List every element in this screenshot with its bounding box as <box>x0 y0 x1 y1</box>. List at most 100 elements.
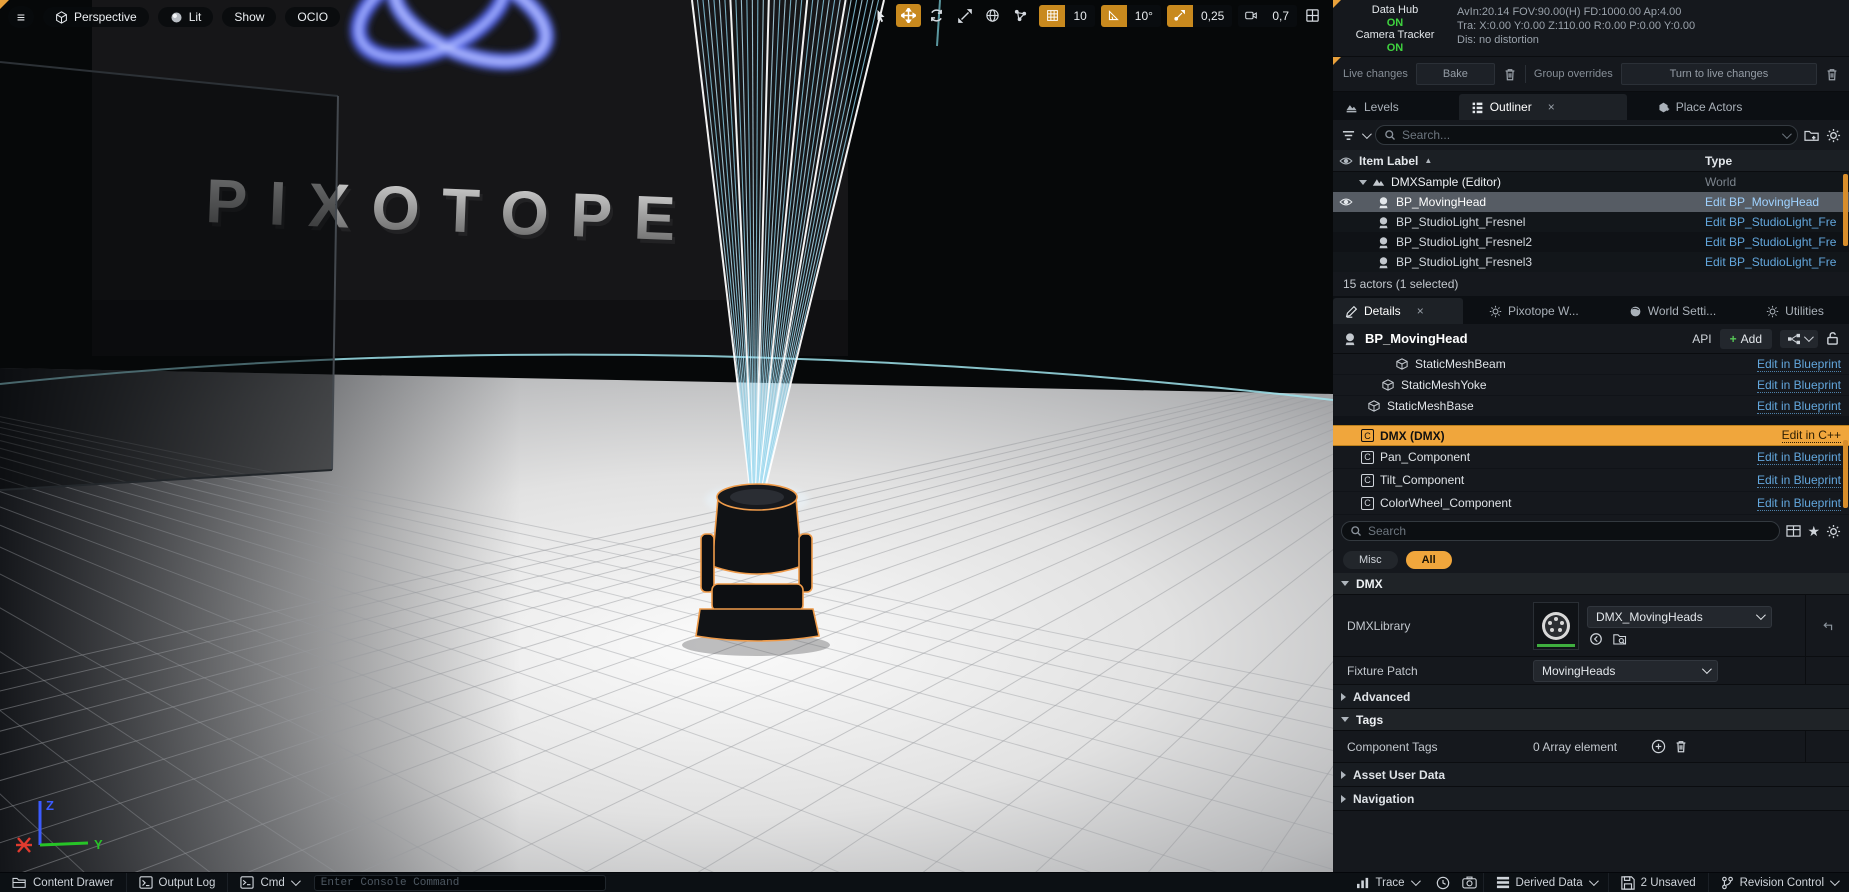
derived-data-button[interactable]: Derived Data <box>1484 873 1608 892</box>
component-label[interactable]: DMX (DMX) <box>1380 429 1445 443</box>
eye-icon[interactable] <box>1339 156 1353 166</box>
tab-utilities[interactable]: Utilities <box>1754 298 1836 324</box>
tab-details[interactable]: Details × <box>1333 298 1463 324</box>
edit-in-blueprint-link[interactable]: Edit in Blueprint <box>1757 450 1841 465</box>
display-settings-icon[interactable] <box>1786 524 1801 538</box>
edit-in-blueprint-link[interactable]: Edit in Blueprint <box>1757 378 1841 393</box>
tree-row-world[interactable]: DMXSample (Editor) World <box>1333 172 1849 192</box>
dmx-library-thumbnail[interactable] <box>1533 602 1579 650</box>
component-row[interactable]: StaticMeshBeam Edit in Blueprint <box>1333 354 1849 375</box>
view-mode-selector[interactable]: Lit <box>158 7 214 27</box>
tab-pixotope-workspace[interactable]: Pixotope W... <box>1477 298 1591 324</box>
gear-icon[interactable] <box>1826 524 1841 539</box>
surface-snap-icon[interactable] <box>1008 4 1033 27</box>
grid-snap-value[interactable]: 10 <box>1065 5 1094 27</box>
tree-row-actor[interactable]: BP_StudioLight_Fresnel3 Edit BP_StudioLi… <box>1333 252 1849 272</box>
component-row[interactable]: C Tilt_Component Edit in Blueprint <box>1333 469 1849 492</box>
column-item-label[interactable]: Item Label <box>1359 154 1418 168</box>
select-tool[interactable] <box>868 4 893 27</box>
component-label[interactable]: StaticMeshBeam <box>1415 357 1506 371</box>
edit-in-blueprint-link[interactable]: Edit in Blueprint <box>1757 473 1841 488</box>
add-element-icon[interactable] <box>1651 739 1666 754</box>
trash-icon[interactable] <box>1825 67 1839 82</box>
scale-snap-control[interactable]: 0,25 <box>1167 5 1232 27</box>
gear-icon[interactable] <box>1826 128 1841 143</box>
component-label[interactable]: StaticMeshYoke <box>1401 378 1487 392</box>
tree-row-actor[interactable]: BP_StudioLight_Fresnel Edit BP_StudioLig… <box>1333 212 1849 232</box>
grid-snap-control[interactable]: 10 <box>1039 5 1094 27</box>
turn-to-live-changes-button[interactable]: Turn to live changes <box>1621 63 1817 85</box>
actor-label[interactable]: BP_MovingHead <box>1396 195 1486 209</box>
visibility-eye-icon[interactable] <box>1339 197 1353 207</box>
scale-tool[interactable] <box>952 4 977 27</box>
blueprint-graph-button[interactable] <box>1780 330 1818 348</box>
trace-button[interactable]: Trace <box>1344 873 1430 892</box>
edit-in-blueprint-link[interactable]: Edit in Blueprint <box>1757 496 1841 511</box>
outliner-search-input[interactable] <box>1402 128 1776 142</box>
perspective-selector[interactable]: Perspective <box>43 7 149 27</box>
component-label[interactable]: Pan_Component <box>1380 450 1470 464</box>
unlock-icon[interactable] <box>1826 331 1839 346</box>
outliner-search-input-wrap[interactable] <box>1375 125 1798 145</box>
console-command-input[interactable] <box>321 877 599 889</box>
expand-arrow-icon[interactable] <box>1359 180 1367 185</box>
component-row[interactable]: StaticMeshYoke Edit in Blueprint <box>1333 375 1849 396</box>
world-row-label[interactable]: DMXSample (Editor) <box>1391 175 1501 189</box>
column-type[interactable]: Type <box>1705 154 1843 168</box>
browse-to-asset-icon[interactable] <box>1613 632 1628 646</box>
actor-label[interactable]: BP_StudioLight_Fresnel3 <box>1396 255 1532 269</box>
actor-label[interactable]: BP_StudioLight_Fresnel <box>1396 215 1525 229</box>
dmx-library-dropdown[interactable]: DMX_MovingHeads <box>1587 606 1772 628</box>
edit-in-blueprint-link[interactable]: Edit in Blueprint <box>1757 357 1841 372</box>
viewport-options-menu[interactable]: ≡ <box>8 6 34 28</box>
edit-blueprint-link[interactable]: Edit BP_MovingHead <box>1705 195 1819 209</box>
outliner-column-header[interactable]: Item Label ▲ Type <box>1333 150 1849 172</box>
camera-speed-control[interactable]: 0,7 <box>1238 5 1297 27</box>
rotate-tool[interactable] <box>924 4 949 27</box>
actor-label[interactable]: BP_StudioLight_Fresnel2 <box>1396 235 1532 249</box>
show-flags-menu[interactable]: Show <box>222 7 276 27</box>
filter-misc[interactable]: Misc <box>1343 551 1398 569</box>
tab-place-actors[interactable]: Place Actors <box>1645 94 1755 120</box>
camera-speed-value[interactable]: 0,7 <box>1264 5 1297 27</box>
tree-row-actor[interactable]: BP_StudioLight_Fresnel2 Edit BP_StudioLi… <box>1333 232 1849 252</box>
trash-icon[interactable] <box>1503 67 1517 82</box>
component-label[interactable]: ColorWheel_Component <box>1380 496 1511 510</box>
cmd-selector[interactable]: Cmd <box>228 873 309 892</box>
tab-outliner[interactable]: Outliner × <box>1459 94 1627 120</box>
details-search-input-wrap[interactable] <box>1341 521 1780 541</box>
chevron-down-icon[interactable] <box>1782 129 1792 139</box>
section-advanced[interactable]: Advanced <box>1333 685 1849 709</box>
edit-blueprint-link[interactable]: Edit BP_StudioLight_Fre <box>1705 255 1836 269</box>
tree-row-actor[interactable]: BP_MovingHead Edit BP_MovingHead <box>1333 192 1849 212</box>
console-command-wrap[interactable] <box>314 875 606 891</box>
section-asset-user-data[interactable]: Asset User Data <box>1333 763 1849 787</box>
rotation-snap-control[interactable]: 10° <box>1101 5 1161 27</box>
edit-in-cpp-link[interactable]: Edit in C++ <box>1782 428 1841 443</box>
component-row[interactable]: C Pan_Component Edit in Blueprint <box>1333 446 1849 469</box>
filter-icon[interactable] <box>1341 129 1356 142</box>
trash-icon[interactable] <box>1674 739 1688 754</box>
bake-button[interactable]: Bake <box>1416 63 1495 85</box>
outliner-scrollbar[interactable] <box>1843 174 1848 246</box>
edit-blueprint-link[interactable]: Edit BP_StudioLight_Fre <box>1705 215 1836 229</box>
ocio-menu[interactable]: OCIO <box>285 7 340 27</box>
new-folder-icon[interactable] <box>1804 128 1820 142</box>
chevron-down-icon[interactable] <box>1362 129 1372 139</box>
api-label[interactable]: API <box>1692 332 1711 346</box>
rotation-snap-value[interactable]: 10° <box>1127 5 1161 27</box>
section-tags[interactable]: Tags <box>1333 709 1849 731</box>
unsaved-button[interactable]: 2 Unsaved <box>1609 873 1708 892</box>
coordinate-space-globe-icon[interactable] <box>980 4 1005 27</box>
component-row[interactable]: StaticMeshBase Edit in Blueprint <box>1333 396 1849 417</box>
viewport-layout-icon[interactable] <box>1300 4 1325 27</box>
components-scrollbar[interactable] <box>1843 440 1848 508</box>
tab-levels[interactable]: Levels <box>1333 94 1411 120</box>
component-row[interactable]: C ColorWheel_Component Edit in Blueprint <box>1333 492 1849 515</box>
close-tab-icon[interactable]: × <box>1548 100 1555 114</box>
filter-all[interactable]: All <box>1406 551 1452 569</box>
edit-in-blueprint-link[interactable]: Edit in Blueprint <box>1757 399 1841 414</box>
insights-timer-button[interactable] <box>1430 873 1456 892</box>
section-navigation[interactable]: Navigation <box>1333 787 1849 811</box>
close-tab-icon[interactable]: × <box>1417 304 1424 318</box>
